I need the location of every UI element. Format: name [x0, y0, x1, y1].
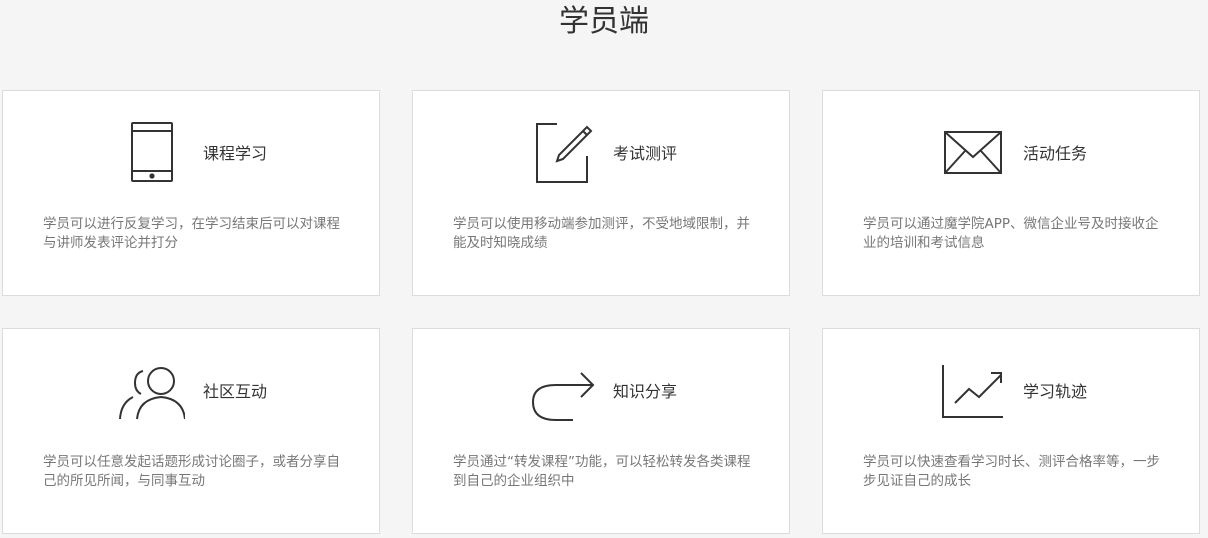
card-description: 学员可以进行反复学习，在学习结束后可以对课程与讲师发表评论并打分 — [43, 216, 340, 251]
feature-card-course-learning: 课程学习 学员可以进行反复学习，在学习结束后可以对课程与讲师发表评论并打分 — [2, 90, 380, 296]
card-description: 学员通过“转发课程”功能，可以轻松转发各类课程到自己的企业组织中 — [453, 454, 751, 489]
card-title: 社区互动 — [203, 382, 268, 401]
edit-icon — [521, 121, 595, 187]
feature-card-activity-task: 活动任务 学员可以通过魔学院APP、微信企业号及时接收企业的培训和考试信息 — [822, 90, 1200, 296]
feature-card-exam-assessment: 考试测评 学员可以使用移动端参加测评，不受地域限制，并能及时知晓成绩 — [412, 90, 790, 296]
card-title: 课程学习 — [203, 144, 268, 163]
tablet-icon — [111, 121, 185, 187]
feature-card-knowledge-sharing: 知识分享 学员通过“转发课程”功能，可以轻松转发各类课程到自己的企业组织中 — [412, 328, 790, 534]
share-arrow-icon — [521, 359, 595, 425]
users-icon — [111, 359, 185, 425]
card-description: 学员可以任意发起话题形成讨论圈子，或者分享自己的所见所闻，与同事互动 — [43, 454, 340, 489]
card-description: 学员可以使用移动端参加测评，不受地域限制，并能及时知晓成绩 — [453, 216, 750, 251]
trend-chart-icon — [931, 359, 1005, 425]
card-title: 活动任务 — [1023, 144, 1088, 163]
card-title: 学习轨迹 — [1023, 382, 1088, 401]
card-title: 知识分享 — [613, 382, 678, 401]
card-description: 学员可以快速查看学习时长、测评合格率等，一步步见证自己的成长 — [863, 454, 1160, 489]
card-description: 学员可以通过魔学院APP、微信企业号及时接收企业的培训和考试信息 — [863, 216, 1159, 251]
card-title: 考试测评 — [613, 144, 678, 163]
feature-card-learning-track: 学习轨迹 学员可以快速查看学习时长、测评合格率等，一步步见证自己的成长 — [822, 328, 1200, 534]
page-title: 学员端 — [559, 4, 649, 39]
envelope-icon — [931, 121, 1005, 187]
feature-card-community: 社区互动 学员可以任意发起话题形成讨论圈子，或者分享自己的所见所闻，与同事互动 — [2, 328, 380, 534]
